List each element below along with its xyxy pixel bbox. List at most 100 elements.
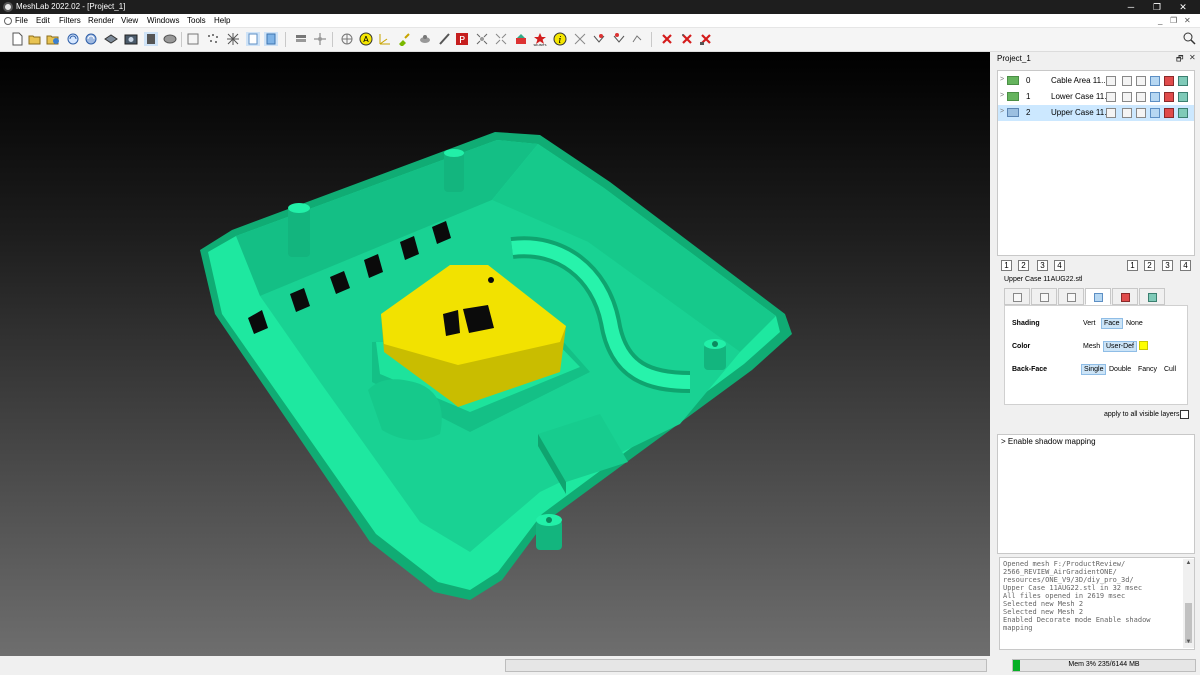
expand-arrow-icon[interactable]: > (1000, 92, 1004, 99)
flat-icon[interactable] (1150, 108, 1160, 118)
menu-render[interactable]: Render (88, 16, 114, 25)
mdi-restore-button[interactable]: ❐ (1170, 16, 1177, 25)
reload-icon[interactable] (66, 32, 80, 46)
view-button-right-1[interactable]: 1 (1127, 260, 1138, 271)
shadow-mapping-item[interactable]: > Enable shadow mapping (1001, 437, 1096, 446)
layer-row[interactable]: > 0 Cable Area 11... (998, 73, 1194, 89)
menu-windows[interactable]: Windows (147, 16, 179, 25)
mdi-minimize-button[interactable]: _ (1158, 16, 1162, 25)
dock-close-button[interactable]: ✕ (1189, 53, 1196, 62)
view-button-4[interactable]: 4 (1054, 260, 1065, 271)
tab-decorators[interactable] (1139, 288, 1165, 305)
color-mesh-option[interactable]: Mesh (1081, 342, 1102, 351)
z-painting-icon[interactable] (612, 32, 626, 46)
backface-single-option[interactable]: Single (1081, 364, 1107, 375)
expand-arrow-icon[interactable]: > (1000, 76, 1004, 83)
visibility-eye-icon[interactable] (1007, 76, 1019, 85)
expand-arrow-icon[interactable]: > (1000, 108, 1004, 115)
pick-points-icon[interactable]: SRUNITS (533, 32, 547, 46)
flat-lines-icon[interactable] (226, 32, 240, 46)
georef-icon[interactable] (494, 32, 508, 46)
points-icon[interactable] (186, 32, 200, 46)
info-icon[interactable] (514, 32, 528, 46)
export-mesh-icon[interactable] (124, 32, 138, 46)
backface-cull-option[interactable]: Cull (1162, 365, 1178, 374)
3d-viewport[interactable] (0, 52, 990, 656)
wireframe-icon[interactable] (1122, 76, 1132, 86)
tab-solid[interactable] (1085, 288, 1111, 305)
tab-texture[interactable] (1112, 288, 1138, 305)
flat-icon[interactable] (246, 32, 260, 46)
wireframe-icon[interactable] (1122, 92, 1132, 102)
flat-lines-icon[interactable] (1136, 92, 1146, 102)
tab-lines[interactable] (1058, 288, 1084, 305)
menu-edit[interactable]: Edit (36, 16, 50, 25)
visibility-eye-icon[interactable] (1007, 108, 1019, 117)
dock-float-button[interactable]: 🗗 (1176, 53, 1184, 67)
view-button-right-4[interactable]: 4 (1180, 260, 1191, 271)
menu-help[interactable]: Help (214, 16, 230, 25)
reload-all-icon[interactable] (84, 32, 98, 46)
axes-icon[interactable] (378, 32, 392, 46)
points-icon[interactable] (1106, 76, 1116, 86)
delete-faces-icon[interactable] (660, 32, 674, 46)
measure-tool-icon[interactable] (573, 32, 587, 46)
points-icon[interactable] (1106, 92, 1116, 102)
raster-dialog-icon[interactable] (313, 32, 327, 46)
layer-dialog-icon[interactable] (294, 32, 308, 46)
delete-all-icon[interactable] (699, 32, 713, 46)
menu-filters[interactable]: Filters (59, 16, 81, 25)
texture-icon[interactable] (1164, 76, 1174, 86)
shading-none-option[interactable]: None (1124, 319, 1145, 328)
wireframe-icon[interactable] (1122, 108, 1132, 118)
save-project-icon[interactable] (46, 32, 60, 46)
bounding-box-icon[interactable] (163, 32, 177, 46)
decorator-icon[interactable] (1178, 76, 1188, 86)
import-mesh-icon[interactable] (104, 32, 118, 46)
shading-vert-option[interactable]: Vert (1081, 319, 1097, 328)
texture-icon[interactable] (1164, 108, 1174, 118)
user-color-swatch[interactable] (1139, 341, 1148, 350)
tab-wireframe[interactable] (1031, 288, 1057, 305)
wireframe-icon[interactable] (206, 32, 220, 46)
scroll-down-icon[interactable]: ▼ (1184, 639, 1193, 645)
select-vertices-icon[interactable]: P (455, 32, 469, 46)
snapshot-icon[interactable] (144, 32, 158, 46)
view-button-1[interactable]: 1 (1001, 260, 1012, 271)
flat-lines-icon[interactable] (1136, 108, 1146, 118)
delete-vertices-icon[interactable] (680, 32, 694, 46)
color-userdef-option[interactable]: User-Def (1103, 341, 1138, 352)
visibility-eye-icon[interactable] (1007, 92, 1019, 101)
flat-lines-icon[interactable] (1136, 76, 1146, 86)
align-icon[interactable] (475, 32, 489, 46)
menu-file[interactable]: File (15, 16, 28, 25)
layer-row[interactable]: > 2 Upper Case 11... (998, 105, 1194, 121)
shading-face-option[interactable]: Face (1101, 318, 1123, 329)
measure-icon[interactable] (340, 32, 354, 46)
new-project-icon[interactable] (10, 32, 24, 46)
scroll-thumb[interactable] (1185, 603, 1192, 643)
paint-icon[interactable] (397, 32, 411, 46)
scroll-up-icon[interactable]: ▲ (1184, 560, 1193, 566)
flat-icon[interactable] (1150, 92, 1160, 102)
hand-tool-icon[interactable] (631, 32, 645, 46)
annotate-icon[interactable]: A (359, 32, 373, 46)
color-picker-icon[interactable] (418, 32, 432, 46)
points-icon[interactable] (1106, 108, 1116, 118)
select-faces-icon[interactable] (437, 32, 451, 46)
stereo-icon[interactable]: i (553, 32, 567, 46)
backface-double-option[interactable]: Double (1107, 365, 1133, 374)
app-menu-icon[interactable] (4, 17, 12, 25)
cut-tool-icon[interactable] (592, 32, 606, 46)
close-button[interactable]: ✕ (1168, 0, 1198, 14)
tab-points[interactable] (1004, 288, 1030, 305)
menu-tools[interactable]: Tools (187, 16, 206, 25)
decorator-icon[interactable] (1178, 92, 1188, 102)
mdi-close-button[interactable]: ✕ (1184, 16, 1191, 25)
decorator-icon[interactable] (1178, 108, 1188, 118)
menu-view[interactable]: View (121, 16, 138, 25)
view-button-3[interactable]: 3 (1037, 260, 1048, 271)
flat-icon[interactable] (1150, 76, 1160, 86)
open-project-icon[interactable] (28, 32, 42, 46)
smooth-icon[interactable] (264, 32, 278, 46)
